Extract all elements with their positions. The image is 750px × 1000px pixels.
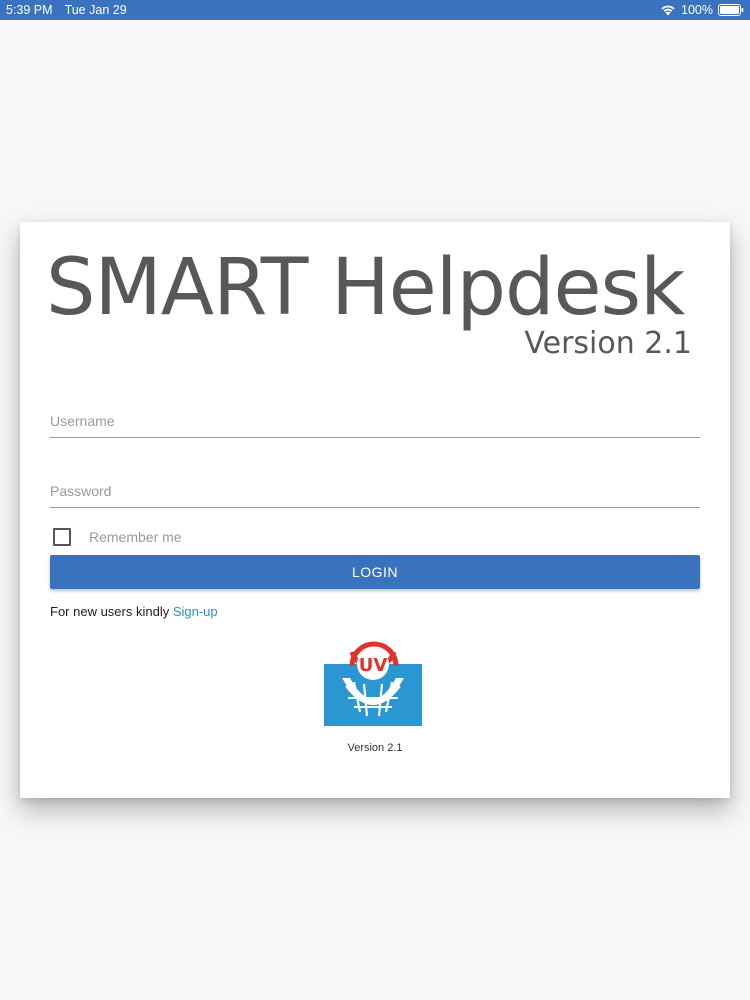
username-input[interactable] [50,398,700,438]
status-right: 100% [660,0,744,20]
login-button[interactable]: LOGIN [50,555,700,589]
remember-me-checkbox[interactable] [53,528,71,546]
signup-prefix: For new users kindly [50,604,173,619]
password-input[interactable] [50,468,700,508]
status-bar: 5:39 PM Tue Jan 29 100% [0,0,750,20]
status-date: Tue Jan 29 [64,3,127,17]
status-time: 5:39 PM [6,3,53,17]
login-card: SMART Helpdesk Version 2.1 Remember me L… [20,222,730,798]
uv-logo-icon: UV [324,640,422,726]
footer-version: Version 2.1 [347,742,403,754]
status-left: 5:39 PM Tue Jan 29 [6,0,127,20]
signup-link[interactable]: Sign-up [173,604,218,619]
brand-title: SMART Helpdesk [46,243,685,333]
logo-text: UV [359,655,388,676]
brand-version: Version 2.1 [524,326,692,361]
battery-icon [718,4,744,16]
remember-me-label: Remember me [89,529,182,545]
wifi-icon [660,4,676,16]
remember-me-row[interactable]: Remember me [53,528,182,546]
battery-percent: 100% [681,3,713,17]
signup-line: For new users kindly Sign-up [50,604,218,619]
